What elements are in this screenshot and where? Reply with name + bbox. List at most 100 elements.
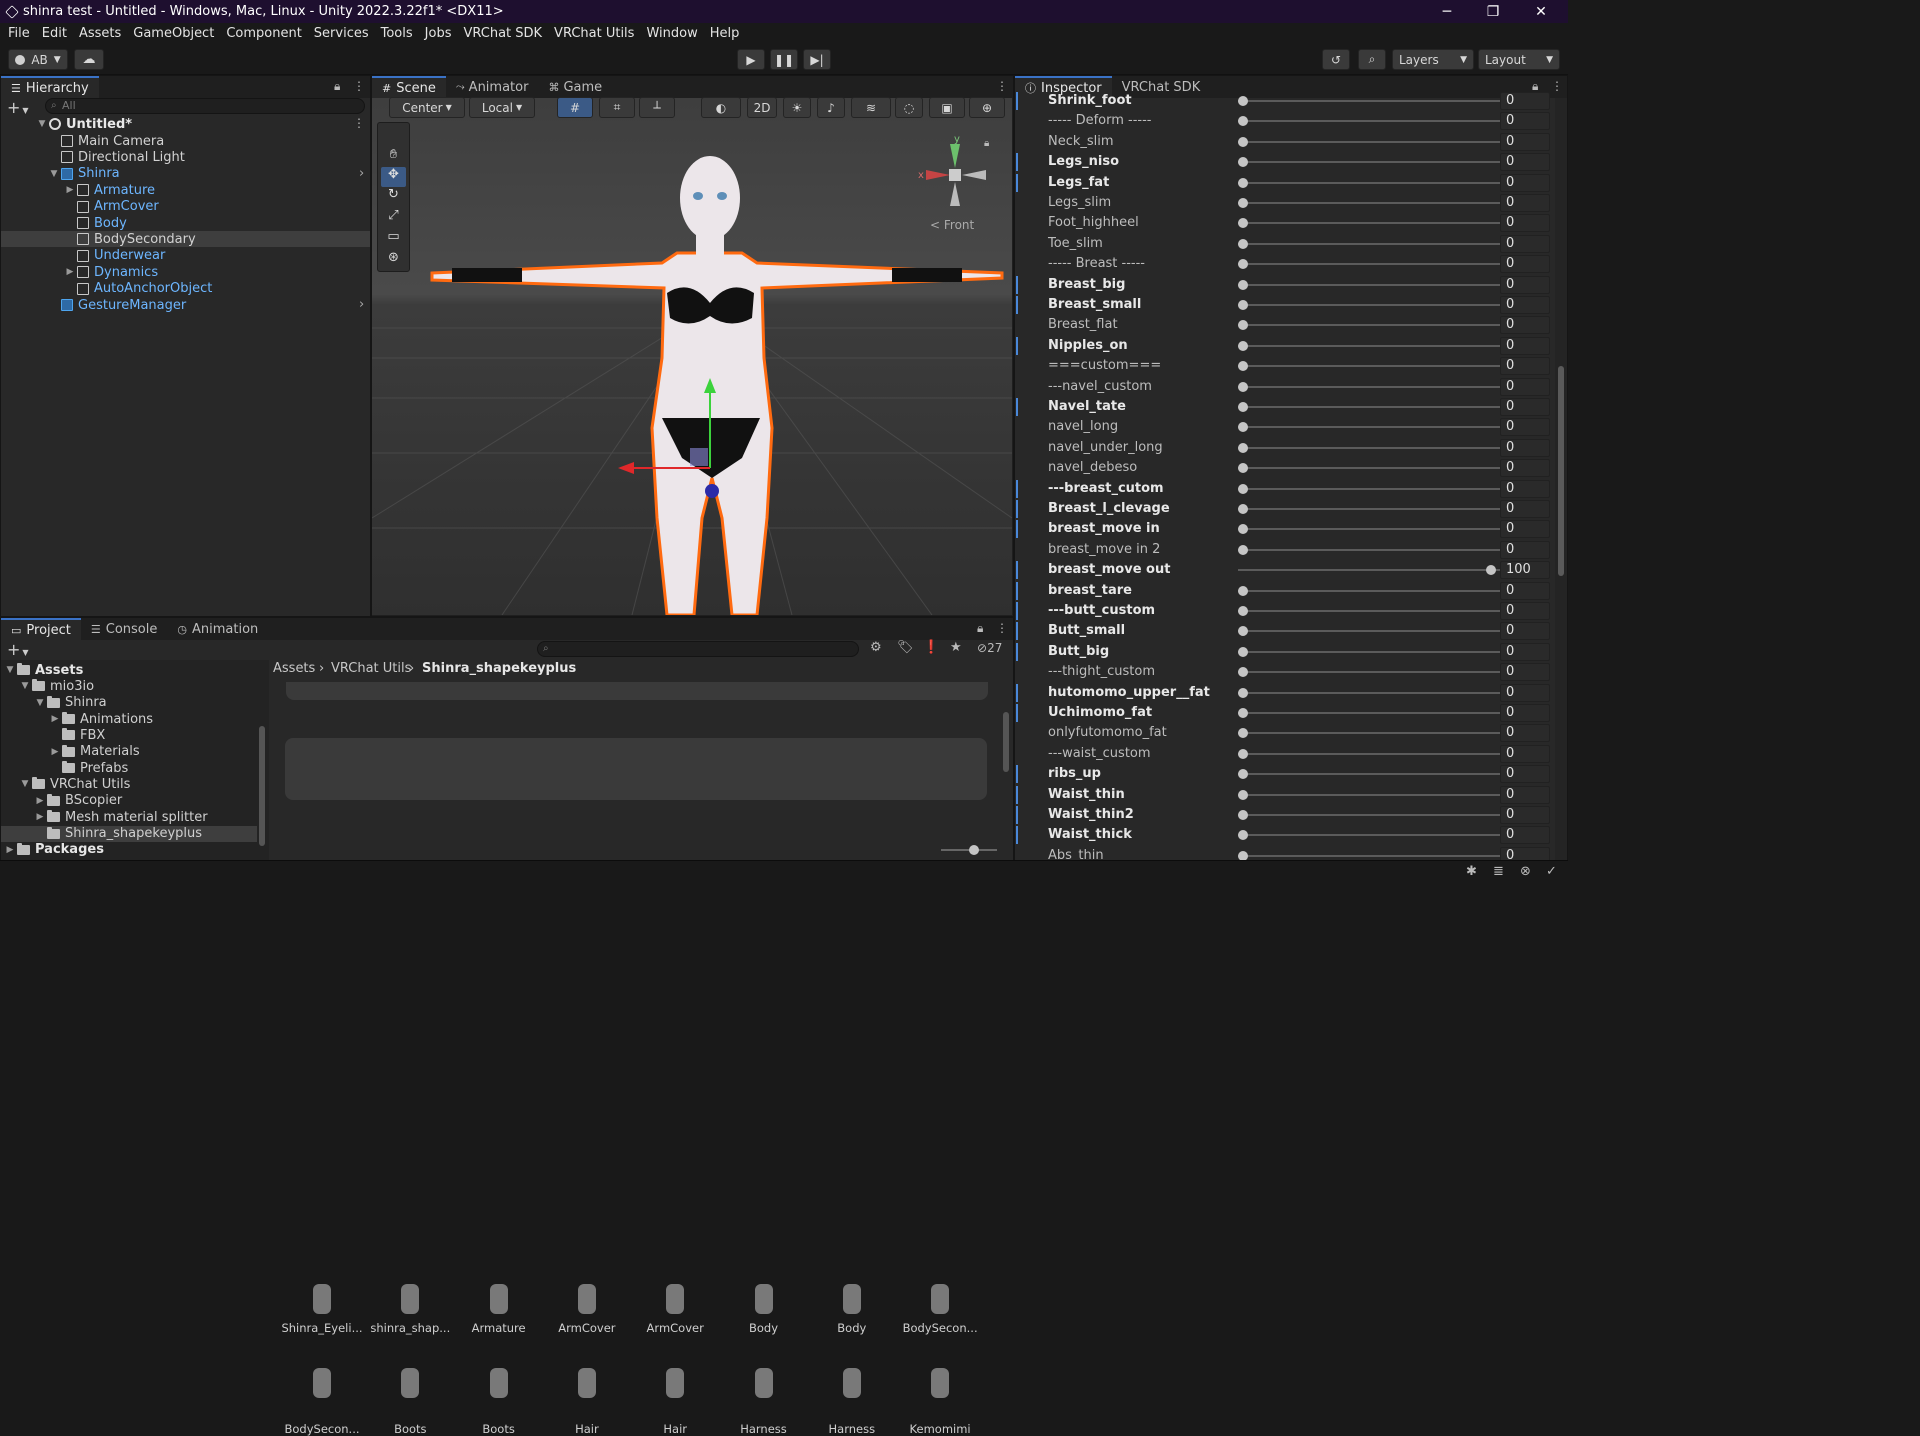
blendshape-value-field[interactable]: 0	[1500, 683, 1550, 702]
chevron-icon[interactable]: ▶	[33, 796, 47, 806]
slider-handle[interactable]	[1238, 728, 1248, 739]
slider-handle[interactable]	[1238, 259, 1248, 270]
folder-tree-item[interactable]: ▶ Materials	[1, 744, 257, 760]
slider-handle[interactable]	[1238, 667, 1248, 678]
chevron-right-icon[interactable]: ›	[359, 166, 364, 181]
slider-handle[interactable]	[1238, 340, 1248, 351]
slider-handle[interactable]	[1238, 830, 1248, 841]
effects-dropdown[interactable]: ≋	[851, 97, 891, 118]
blendshape-slider[interactable]	[1238, 487, 1510, 490]
close-button[interactable]: ✕	[1518, 0, 1564, 23]
chevron-icon[interactable]: ▼	[18, 681, 32, 691]
layers-dropdown[interactable]: Layers ▼	[1392, 49, 1474, 70]
shading-mode-button[interactable]: ◐	[701, 97, 741, 118]
blendshape-value-field[interactable]: 0	[1500, 153, 1550, 172]
blendshape-slider[interactable]	[1238, 120, 1510, 123]
grid-snap-button[interactable]: #	[557, 97, 593, 118]
folder-tree-item[interactable]: ▶ Packages	[1, 842, 257, 858]
slider-handle[interactable]	[1238, 300, 1248, 310]
label-icon[interactable]: 🏷︎	[897, 640, 914, 655]
maximize-button[interactable]: ❐	[1470, 0, 1516, 23]
tab-console[interactable]: ☰ Console	[81, 618, 167, 640]
blendshape-value-field[interactable]: 0	[1500, 112, 1550, 131]
breadcrumb-assets[interactable]: Assets	[273, 661, 315, 676]
tab-animation[interactable]: ◷ Animation	[167, 618, 268, 640]
scene-root[interactable]: ▼ Untitled*	[1, 116, 370, 132]
slider-handle[interactable]	[1238, 96, 1248, 106]
folder-tree-item[interactable]: Prefabs	[1, 760, 257, 776]
blendshape-value-field[interactable]: 0	[1500, 255, 1550, 274]
zoom-slider-handle[interactable]	[969, 845, 979, 855]
asset-item[interactable]: Boots	[456, 1422, 542, 1436]
slider-handle[interactable]	[1238, 646, 1248, 657]
blendshape-value-field[interactable]: 0	[1500, 806, 1550, 824]
slider-handle[interactable]	[1238, 442, 1248, 453]
blendshape-value-field[interactable]: 0	[1500, 357, 1550, 376]
tab-game[interactable]: ⌘ Game	[538, 76, 612, 98]
tree-scrollbar-thumb[interactable]	[259, 726, 265, 846]
asset-scrollbar[interactable]	[1001, 682, 1011, 832]
bug-icon[interactable]: ✱	[1466, 864, 1477, 879]
chevron-right-icon[interactable]: ›	[359, 297, 364, 312]
blendshape-slider[interactable]	[1238, 508, 1510, 510]
blendshape-slider[interactable]	[1238, 161, 1510, 164]
blendshape-value-field[interactable]: 0	[1500, 704, 1550, 722]
breadcrumb-current[interactable]: Shinra_shapekeyplus	[422, 661, 576, 676]
asset-item[interactable]: ArmCover	[544, 1321, 630, 1335]
blendshape-slider[interactable]	[1238, 446, 1510, 449]
hierarchy-item[interactable]: AutoAnchorObject	[1, 281, 370, 297]
slider-handle[interactable]	[1238, 524, 1248, 535]
asset-thumbnail[interactable]	[482, 1280, 516, 1320]
transform-tool-icon[interactable]: ⊛	[381, 250, 406, 270]
more-options-icon[interactable]: ⋮	[353, 79, 365, 93]
history-button[interactable]: ↺	[1322, 49, 1350, 70]
slider-handle[interactable]	[1238, 177, 1248, 188]
blendshape-value-field[interactable]: 0	[1500, 173, 1550, 192]
blendshape-value-field[interactable]: 0	[1500, 316, 1550, 335]
folder-tree-item[interactable]: Shinra_shapekeyplus	[1, 825, 257, 842]
lock-icon[interactable]: 🔒︎	[977, 621, 983, 636]
folder-tree-item[interactable]: FBX	[1, 727, 257, 743]
blendshape-slider[interactable]	[1238, 426, 1510, 429]
scale-tool-icon[interactable]: ⤢	[381, 208, 406, 228]
menu-gameobject[interactable]: GameObject	[127, 26, 220, 41]
asset-item[interactable]: Hair	[632, 1422, 718, 1436]
hierarchy-item[interactable]: ArmCover	[1, 199, 370, 215]
menu-tools[interactable]: Tools	[375, 26, 419, 41]
blendshape-slider[interactable]	[1238, 181, 1510, 184]
slider-handle[interactable]	[1238, 769, 1248, 780]
more-options-icon[interactable]: ⋮	[996, 621, 1008, 635]
slider-handle[interactable]	[1238, 483, 1248, 494]
blendshape-slider[interactable]	[1238, 650, 1510, 653]
cloud-button[interactable]: ☁	[74, 49, 104, 70]
hierarchy-item[interactable]: ▶ Armature	[1, 182, 370, 198]
rotate-tool-icon[interactable]: ↻	[381, 187, 406, 207]
gizmos-dropdown[interactable]: ⊕	[969, 97, 1005, 118]
slider-handle[interactable]	[1238, 198, 1248, 208]
slider-handle[interactable]	[1238, 626, 1248, 637]
hierarchy-item[interactable]: BodySecondary	[1, 231, 370, 248]
tree-scrollbar[interactable]	[257, 666, 267, 852]
folder-tree-item[interactable]: ▼ Assets	[1, 662, 257, 678]
menu-vrchat-utils[interactable]: VRChat Utils	[548, 26, 640, 41]
slider-handle[interactable]	[1238, 279, 1248, 290]
blendshape-slider[interactable]	[1238, 691, 1510, 694]
blendshape-value-field[interactable]: 0	[1500, 520, 1550, 539]
blendshape-value-field[interactable]: 0	[1500, 663, 1550, 682]
menu-services[interactable]: Services	[308, 26, 375, 41]
chevron-down-icon[interactable]: ▼	[35, 119, 49, 129]
pivot-dropdown[interactable]: Center ▼	[389, 97, 465, 118]
scene-options-icon[interactable]: ⋮	[353, 116, 365, 130]
asset-item[interactable]: BodySecon...	[897, 1321, 983, 1335]
hierarchy-item[interactable]: GestureManager	[1, 297, 370, 313]
blendshape-slider[interactable]	[1238, 467, 1510, 470]
blendshape-slider[interactable]	[1238, 732, 1510, 735]
project-add-button[interactable]: + ▼	[7, 640, 29, 659]
gizmo-x-axis[interactable]	[926, 170, 950, 180]
blendshape-value-field[interactable]: 0	[1500, 132, 1550, 151]
gizmo-center[interactable]	[949, 169, 961, 181]
hidden-packages-toggle[interactable]: ⊘27	[977, 641, 1002, 655]
blendshape-value-field[interactable]: 0	[1500, 622, 1550, 641]
blendshape-value-field[interactable]: 0	[1500, 724, 1550, 743]
tab-scene[interactable]: # Scene	[372, 76, 446, 98]
